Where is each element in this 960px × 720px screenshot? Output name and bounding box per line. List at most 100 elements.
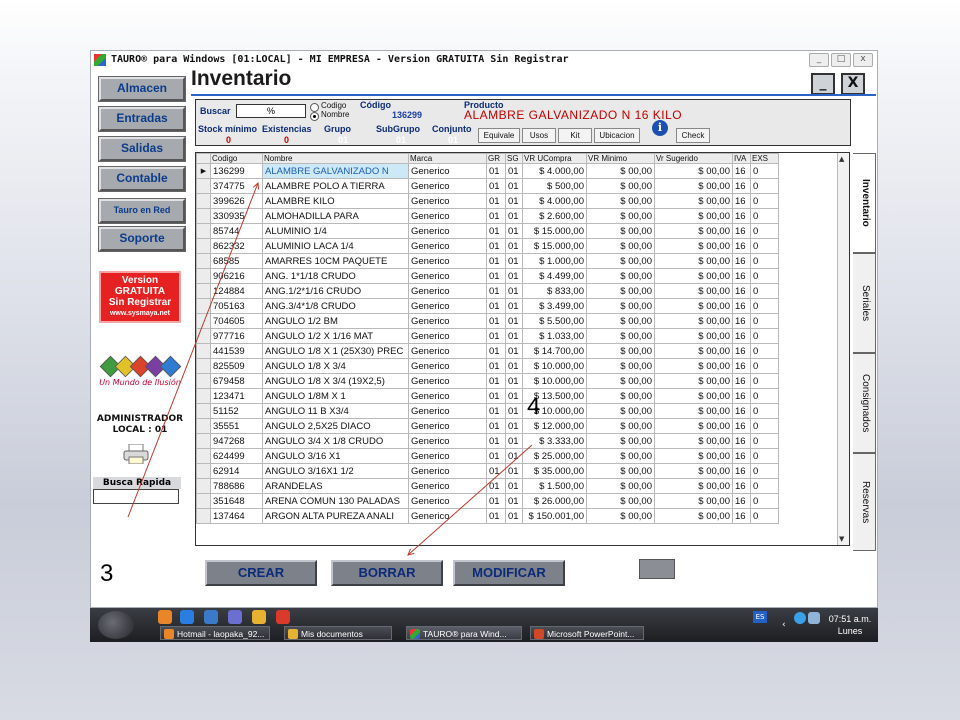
cell-codigo[interactable]: 825509 bbox=[210, 358, 263, 374]
cell-vr-ucompra[interactable]: $ 10.000,00 bbox=[522, 373, 587, 389]
cell-sg[interactable]: 01 bbox=[505, 208, 523, 224]
cell-vr-sugerido[interactable]: $ 00,00 bbox=[654, 328, 733, 344]
row-indicator[interactable] bbox=[196, 283, 211, 299]
row-indicator[interactable] bbox=[196, 373, 211, 389]
cell-vr-minimo[interactable]: $ 00,00 bbox=[586, 433, 655, 449]
cell-gr[interactable]: 01 bbox=[486, 403, 506, 419]
cell-codigo[interactable]: 947268 bbox=[210, 433, 263, 449]
cell-codigo[interactable]: 705163 bbox=[210, 298, 263, 314]
window-maximize-button[interactable]: □ bbox=[831, 53, 851, 67]
cell-exs[interactable]: 0 bbox=[750, 433, 779, 449]
table-row[interactable]: 825509 ANGULO 1/8 X 3/4 Generico 01 01 $ 10.0… bbox=[196, 358, 779, 374]
row-indicator[interactable] bbox=[196, 508, 211, 524]
cell-iva[interactable]: 16 bbox=[732, 388, 751, 404]
cell-sg[interactable]: 01 bbox=[505, 253, 523, 269]
cell-vr-minimo[interactable]: $ 00,00 bbox=[586, 403, 655, 419]
cell-iva[interactable]: 16 bbox=[732, 358, 751, 374]
cell-exs[interactable]: 0 bbox=[750, 463, 779, 479]
cell-sg[interactable]: 01 bbox=[505, 223, 523, 239]
cell-exs[interactable]: 0 bbox=[750, 418, 779, 434]
cell-nombre[interactable]: ANGULO 1/8 X 1 (25X30) PREC bbox=[262, 343, 409, 359]
cell-gr[interactable]: 01 bbox=[486, 433, 506, 449]
cell-marca[interactable]: Generico bbox=[408, 508, 487, 524]
cell-iva[interactable]: 16 bbox=[732, 193, 751, 209]
table-row[interactable]: 624499 ANGULO 3/16 X1 Generico 01 01 $ 25.000… bbox=[196, 448, 779, 464]
cell-gr[interactable]: 01 bbox=[486, 283, 506, 299]
cell-codigo[interactable]: 62914 bbox=[210, 463, 263, 479]
cell-vr-minimo[interactable]: $ 00,00 bbox=[586, 178, 655, 194]
cell-gr[interactable]: 01 bbox=[486, 508, 506, 524]
cell-sg[interactable]: 01 bbox=[505, 178, 523, 194]
cell-marca[interactable]: Generico bbox=[408, 268, 487, 284]
radio-nombre[interactable] bbox=[310, 112, 319, 121]
cell-codigo[interactable]: 35551 bbox=[210, 418, 263, 434]
info-icon[interactable]: i bbox=[652, 120, 668, 136]
cell-exs[interactable]: 0 bbox=[750, 403, 779, 419]
cell-marca[interactable]: Generico bbox=[408, 358, 487, 374]
cell-marca[interactable]: Generico bbox=[408, 253, 487, 269]
cell-vr-sugerido[interactable]: $ 00,00 bbox=[654, 448, 733, 464]
cell-iva[interactable]: 16 bbox=[732, 253, 751, 269]
col-header-sg[interactable]: SG bbox=[505, 153, 523, 164]
language-indicator[interactable]: ES bbox=[753, 611, 767, 623]
table-row[interactable]: 68585 AMARRES 10CM PAQUETE Generico 01 01 $ 1… bbox=[196, 253, 779, 269]
cell-marca[interactable]: Generico bbox=[408, 343, 487, 359]
cell-exs[interactable]: 0 bbox=[750, 298, 779, 314]
scroll-down-icon[interactable]: ▼ bbox=[839, 535, 844, 543]
cell-sg[interactable]: 01 bbox=[505, 418, 523, 434]
cell-nombre[interactable]: ANGULO 1/8 X 3/4 bbox=[262, 358, 409, 374]
cell-nombre[interactable]: ANGULO 3/16X1 1/2 bbox=[262, 463, 409, 479]
cell-iva[interactable]: 16 bbox=[732, 433, 751, 449]
row-indicator[interactable] bbox=[196, 358, 211, 374]
cell-gr[interactable]: 01 bbox=[486, 238, 506, 254]
cell-gr[interactable]: 01 bbox=[486, 478, 506, 494]
folder-icon[interactable] bbox=[252, 610, 266, 624]
network-icon[interactable] bbox=[794, 612, 806, 624]
cell-sg[interactable]: 01 bbox=[505, 313, 523, 329]
cell-sg[interactable]: 01 bbox=[505, 298, 523, 314]
cell-vr-minimo[interactable]: $ 00,00 bbox=[586, 358, 655, 374]
row-indicator[interactable] bbox=[196, 478, 211, 494]
cell-nombre[interactable]: ARENA COMUN 130 PALADAS bbox=[262, 493, 409, 509]
cell-codigo[interactable]: 68585 bbox=[210, 253, 263, 269]
cell-iva[interactable]: 16 bbox=[732, 448, 751, 464]
cell-iva[interactable]: 16 bbox=[732, 508, 751, 524]
crear-button[interactable]: CREAR bbox=[205, 560, 317, 586]
cell-sg[interactable]: 01 bbox=[505, 193, 523, 209]
cell-iva[interactable]: 16 bbox=[732, 478, 751, 494]
cell-iva[interactable]: 16 bbox=[732, 268, 751, 284]
cell-gr[interactable]: 01 bbox=[486, 298, 506, 314]
table-row[interactable]: 51152 ANGULO 11 B X3/4 Generico 01 01 $ 10.00… bbox=[196, 403, 779, 419]
table-row[interactable]: 441539 ANGULO 1/8 X 1 (25X30) PREC Generic… bbox=[196, 343, 779, 359]
row-indicator[interactable] bbox=[196, 208, 211, 224]
cell-gr[interactable]: 01 bbox=[486, 373, 506, 389]
cell-sg[interactable]: 01 bbox=[505, 238, 523, 254]
free-version-banner[interactable]: Version GRATUITA Sin Registrar www.sysma… bbox=[99, 271, 181, 323]
cell-vr-minimo[interactable]: $ 00,00 bbox=[586, 508, 655, 524]
cell-iva[interactable]: 16 bbox=[732, 298, 751, 314]
cell-nombre[interactable]: ANG. 1*1/18 CRUDO bbox=[262, 268, 409, 284]
search-input[interactable]: % bbox=[236, 104, 306, 118]
row-indicator[interactable] bbox=[196, 313, 211, 329]
cell-nombre[interactable]: ANG.1/2*1/16 CRUDO bbox=[262, 283, 409, 299]
table-row[interactable]: 679458 ANGULO 1/8 X 3/4 (19X2,5) Generico 0… bbox=[196, 373, 779, 389]
cell-vr-minimo[interactable]: $ 00,00 bbox=[586, 493, 655, 509]
cell-vr-minimo[interactable]: $ 00,00 bbox=[586, 328, 655, 344]
cell-nombre[interactable]: ANGULO 3/16 X1 bbox=[262, 448, 409, 464]
cell-marca[interactable]: Generico bbox=[408, 403, 487, 419]
cell-codigo[interactable]: 704605 bbox=[210, 313, 263, 329]
cell-nombre[interactable]: ALAMBRE KILO bbox=[262, 193, 409, 209]
cell-vr-ucompra[interactable]: $ 26.000,00 bbox=[522, 493, 587, 509]
table-row[interactable]: 862332 ALUMINIO LACA 1/4 Generico 01 01 $ 15.… bbox=[196, 238, 779, 254]
cell-marca[interactable]: Generico bbox=[408, 283, 487, 299]
cell-vr-minimo[interactable]: $ 00,00 bbox=[586, 283, 655, 299]
cell-exs[interactable]: 0 bbox=[750, 373, 779, 389]
system-clock[interactable]: 07:51 a.m. Lunes bbox=[826, 613, 874, 637]
cell-iva[interactable]: 16 bbox=[732, 418, 751, 434]
cell-vr-sugerido[interactable]: $ 00,00 bbox=[654, 253, 733, 269]
cell-exs[interactable]: 0 bbox=[750, 283, 779, 299]
cell-iva[interactable]: 16 bbox=[732, 163, 751, 179]
cell-sg[interactable]: 01 bbox=[505, 493, 523, 509]
cell-gr[interactable]: 01 bbox=[486, 268, 506, 284]
cell-iva[interactable]: 16 bbox=[732, 223, 751, 239]
